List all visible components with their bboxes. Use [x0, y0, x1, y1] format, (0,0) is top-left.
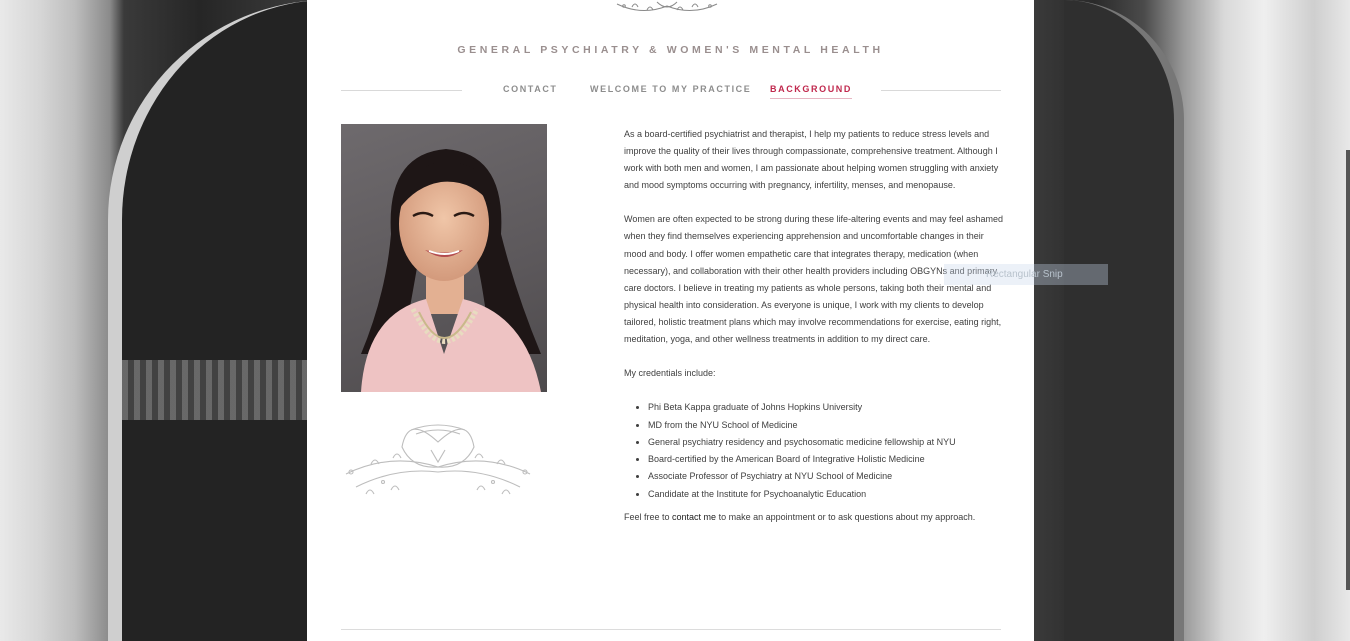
about-content: As a board-certified psychiatrist and th… — [624, 126, 1004, 543]
floral-ornament-side — [345, 424, 531, 495]
background-left-arch — [0, 0, 362, 641]
nav-background[interactable]: BACKGROUND — [770, 84, 852, 99]
footer-divider — [341, 629, 1001, 630]
list-item: Phi Beta Kappa graduate of Johns Hopkins… — [648, 399, 1004, 416]
contact-me-link[interactable]: contact me — [672, 512, 716, 522]
intro-paragraph: As a board-certified psychiatrist and th… — [624, 129, 999, 191]
nav-divider-right — [881, 90, 1001, 91]
nav-divider-left — [341, 90, 462, 91]
background-right-arch — [1034, 0, 1350, 641]
content-panel: GENERAL PSYCHIATRY & WOMEN'S MENTAL HEAL… — [307, 0, 1034, 641]
list-item: Board-certified by the American Board of… — [648, 451, 1004, 468]
list-item: General psychiatry residency and psychos… — [648, 434, 1004, 451]
portrait-photo — [341, 124, 547, 392]
list-item: Candidate at the Institute for Psychoana… — [648, 486, 1004, 503]
list-item: MD from the NYU School of Medicine — [648, 417, 1004, 434]
site-title: GENERAL PSYCHIATRY & WOMEN'S MENTAL HEAL… — [457, 44, 884, 56]
credentials-intro: My credentials include: — [624, 368, 716, 379]
floral-ornament-top — [616, 1, 718, 11]
nav-contact[interactable]: CONTACT — [503, 84, 558, 94]
rectangular-snip-overlay: Rectangular Snip — [944, 264, 1108, 285]
nav-welcome[interactable]: WELCOME TO MY PRACTICE — [590, 84, 751, 94]
list-item: Associate Professor of Psychiatry at NYU… — [648, 468, 1004, 485]
credentials-list: Phi Beta Kappa graduate of Johns Hopkins… — [624, 399, 1004, 503]
scrollbar[interactable] — [1346, 150, 1350, 590]
closing-paragraph: Feel free to contact me to make an appoi… — [624, 512, 976, 522]
